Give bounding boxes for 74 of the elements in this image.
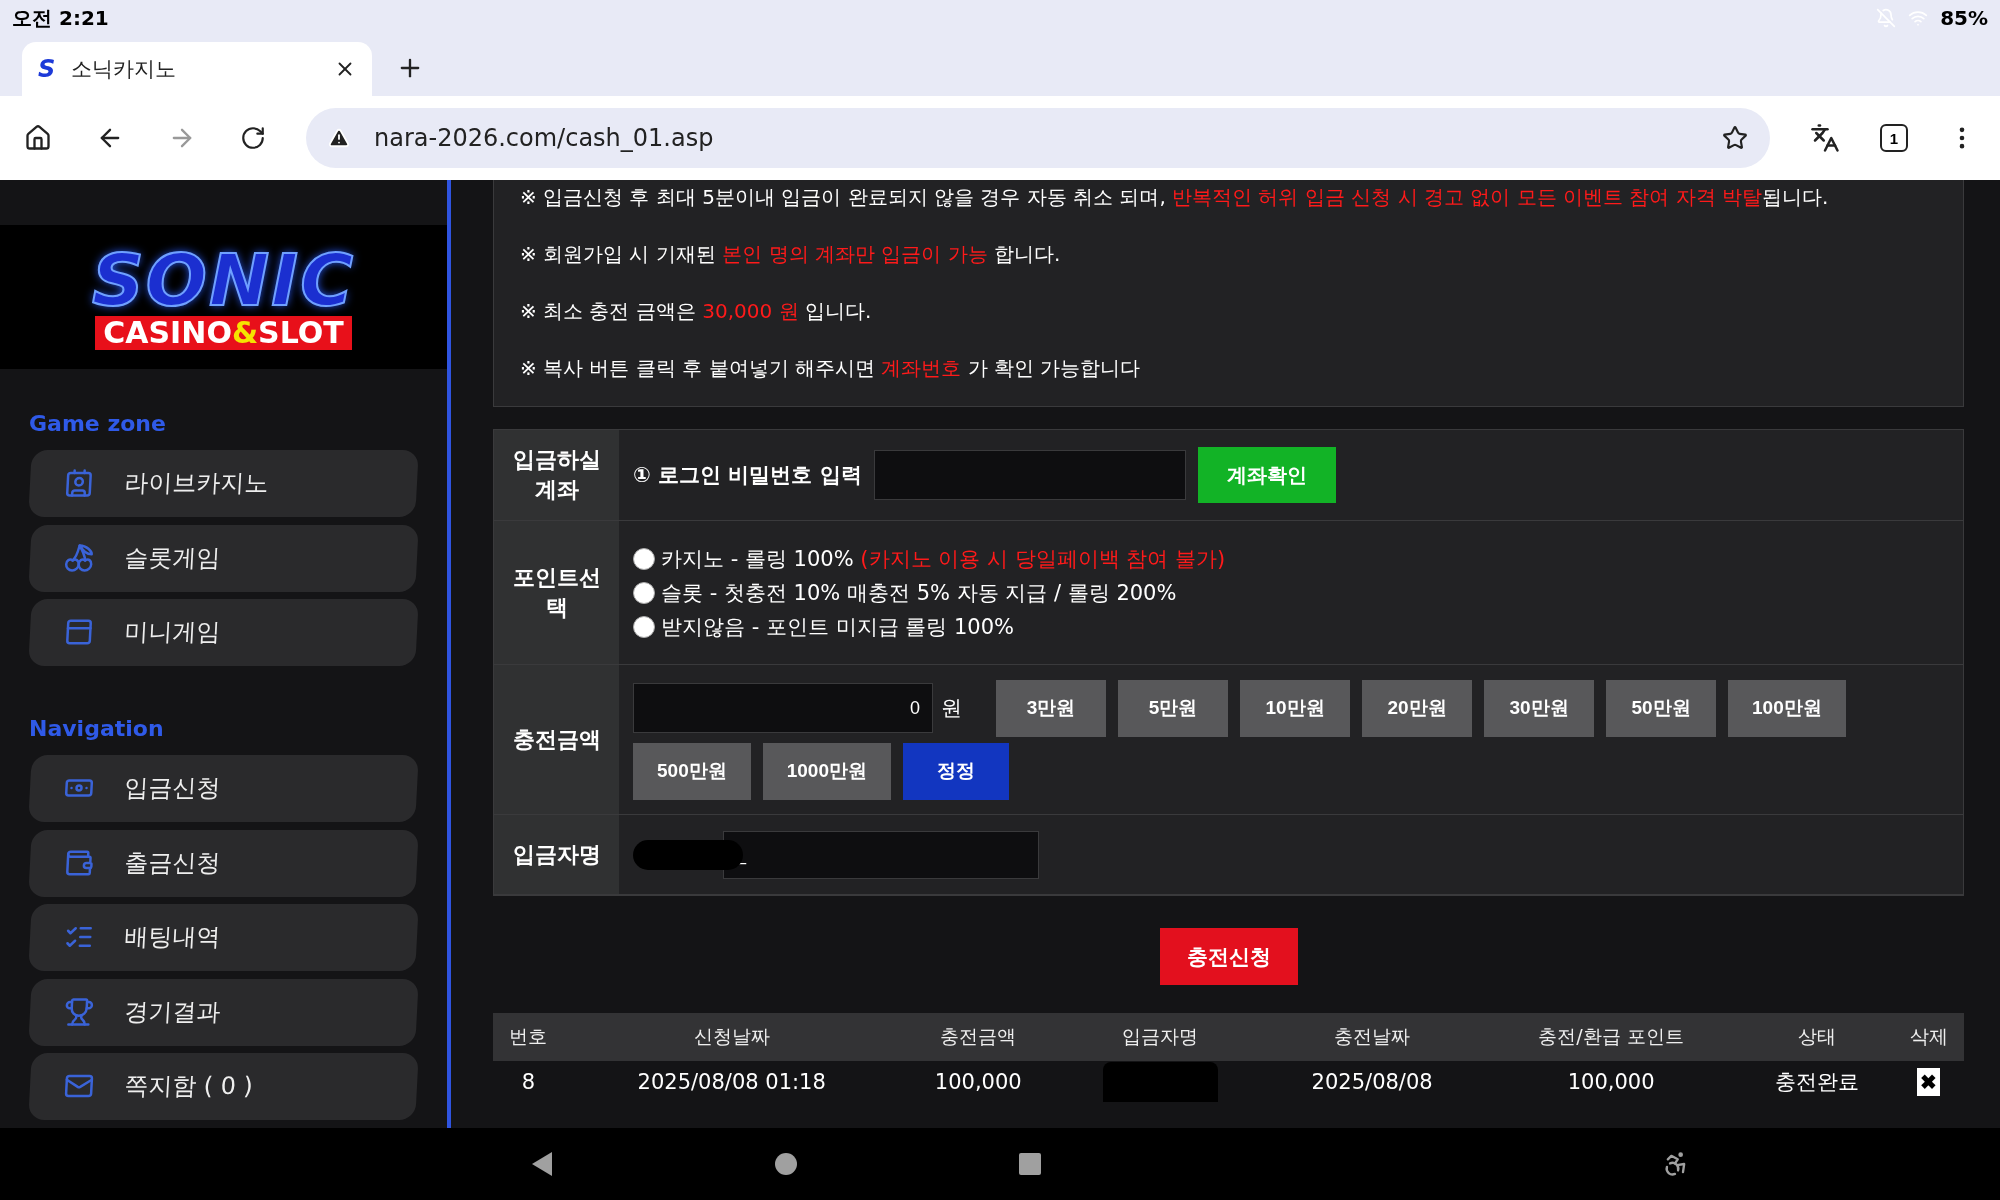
column-header: 충전날짜: [1263, 1013, 1481, 1061]
tab-count-button[interactable]: 1: [1880, 124, 1908, 152]
sidebar-item[interactable]: 출금신청: [28, 829, 419, 897]
back-icon[interactable]: [530, 1151, 554, 1177]
table-cell: 2025/08/08: [1263, 1061, 1481, 1103]
option-text: 슬롯 - 첫충전 10% 매충전 5% 자동 지급 / 롤링 200%: [661, 579, 1177, 607]
amount-button[interactable]: 20만원: [1362, 679, 1472, 737]
home-icon[interactable]: [774, 1152, 798, 1176]
section-heading: Navigation: [28, 714, 165, 743]
section-heading: Game zone: [28, 410, 167, 438]
amount-button[interactable]: 3만원: [996, 679, 1106, 737]
column-header: 번호: [493, 1013, 564, 1061]
submit-button[interactable]: 충전신청: [1159, 928, 1298, 985]
cherry-icon: [63, 542, 95, 573]
card-icon: [63, 468, 95, 499]
tab-title: 소닉카지노: [71, 56, 178, 83]
sidebar-item[interactable]: 미니게임: [28, 599, 419, 666]
delete-button[interactable]: ✖: [1917, 1068, 1941, 1096]
favicon-icon: S: [38, 55, 56, 83]
amount-button[interactable]: 1000만원: [762, 742, 891, 800]
sidebar-item[interactable]: 경기결과: [28, 978, 419, 1046]
recents-icon[interactable]: [1018, 1152, 1042, 1176]
table-cell: 100,000: [899, 1061, 1057, 1103]
column-header: 삭제: [1893, 1013, 1964, 1061]
trophy-icon: [63, 997, 95, 1028]
notice-text: ※ 복사 버튼 클릭 후 붙여넣기 해주시면 계좌번호 가 확인 가능합니다: [520, 355, 1142, 382]
column-header: 신청날짜: [563, 1013, 900, 1061]
translate-icon[interactable]: [1810, 123, 1840, 153]
site-logo[interactable]: SONIC CASINO&SLOT: [0, 225, 447, 369]
sidebar-item[interactable]: 입금신청: [28, 754, 419, 822]
sidebar-item[interactable]: 슬롯게임: [28, 524, 419, 592]
row-label: 포인트선택: [494, 521, 619, 665]
row-label: 입금하실 계좌: [494, 430, 619, 521]
amount-button[interactable]: 5만원: [1118, 679, 1228, 737]
amount-button[interactable]: 100만원: [1728, 679, 1846, 737]
home-icon[interactable]: [24, 124, 52, 152]
notice-text: ※ 최소 충전 금액은 30,000 원 입니다.: [520, 298, 873, 325]
table-cell: 2025/08/08 01:18: [563, 1061, 900, 1103]
amount-button[interactable]: 30만원: [1484, 679, 1594, 737]
column-header: 상태: [1741, 1013, 1894, 1061]
battery-level: 85%: [1940, 6, 1988, 30]
password-prompt: ① 로그인 비밀번호 입력: [633, 462, 862, 489]
row-label: 입금자명: [494, 815, 619, 895]
notice-text: ※ 회원가입 시 기재된 본인 명의 계좌만 입금이 가능 합니다.: [520, 241, 1062, 268]
option-text: 카지노 - 롤링 100% (카지노 이용 시 당일페이백 참여 불가): [661, 545, 1226, 573]
password-field[interactable]: [873, 450, 1186, 500]
panel-icon: [63, 617, 95, 648]
sidebar-item[interactable]: 쪽지함 ( 0 ): [28, 1053, 419, 1120]
table-cell: 충전완료: [1741, 1061, 1894, 1103]
amount-field[interactable]: 0: [633, 683, 933, 733]
browser-tab[interactable]: S 소닉카지노: [22, 42, 372, 96]
table-cell: 8: [493, 1061, 564, 1103]
bookmark-star-icon[interactable]: [1722, 125, 1748, 151]
column-header: 입금자명: [1056, 1013, 1264, 1061]
currency-unit: 원: [941, 695, 962, 722]
column-header: 충전금액: [899, 1013, 1057, 1061]
sidebar-item[interactable]: 배팅내역: [28, 904, 419, 971]
reload-icon[interactable]: [240, 125, 266, 151]
status-time: 오전 2:21: [12, 4, 109, 32]
radio-button[interactable]: [633, 547, 655, 570]
amount-button[interactable]: 10만원: [1240, 679, 1350, 737]
notice-text: ※ 입금신청 후 최대 5분이내 입금이 완료되지 않을 경우 자동 취소 되며, 반복적인 허위 입금 신청 시 경고 없이 모든 이벤트 참여 자격 박탈됩니다.: [520, 184, 1830, 211]
column-header: 충전/환급 포인트: [1480, 1013, 1742, 1061]
amount-button[interactable]: 50만원: [1606, 679, 1716, 737]
option-text: 받지않음 - 포인트 미지급 롤링 100%: [661, 613, 1014, 641]
sidebar-item[interactable]: 라이브카지노: [28, 450, 419, 517]
table-cell: 100,000: [1480, 1061, 1742, 1103]
reset-button[interactable]: 정정: [903, 742, 1009, 800]
amount-button[interactable]: 500만원: [633, 742, 751, 800]
radio-button[interactable]: [633, 581, 655, 604]
row-label: 충전금액: [494, 665, 619, 815]
radio-button[interactable]: [633, 615, 655, 638]
warning-icon: [328, 127, 350, 149]
address-bar[interactable]: nara-2026.com/cash_01.asp: [306, 108, 1770, 168]
